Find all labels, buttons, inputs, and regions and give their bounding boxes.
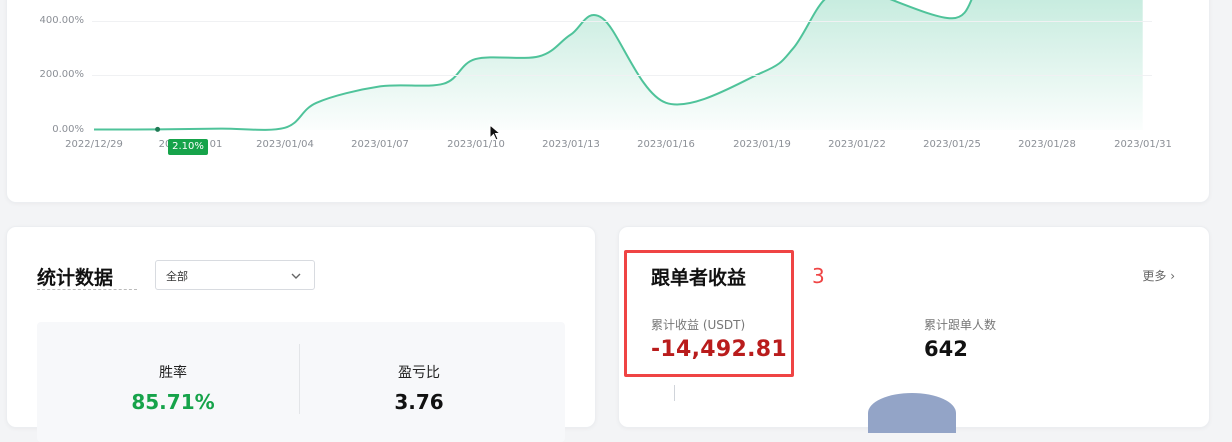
win-rate-value: 85.71% xyxy=(131,390,215,414)
gridline xyxy=(92,21,1152,22)
filter-select-value: 全部 xyxy=(166,270,188,283)
x-tick-label: 2023/01/04 xyxy=(256,139,314,150)
pnl-chart xyxy=(93,0,1143,132)
x-tick-label: 2023/01/28 xyxy=(1018,139,1076,150)
x-tick-label: 2023/01/19 xyxy=(733,139,791,150)
pie-chart-partial xyxy=(868,393,956,433)
win-rate-label: 胜率 xyxy=(159,365,187,381)
y-tick-label: 0.00% xyxy=(52,124,84,135)
mouse-cursor-icon xyxy=(489,123,503,146)
pl-ratio-value: 3.76 xyxy=(394,390,444,414)
chart-tooltip: 2.10% xyxy=(168,139,208,155)
y-tick-label: 400.00% xyxy=(39,15,85,26)
x-tick-label: 2023/01/22 xyxy=(828,139,886,150)
follower-count-label: 累计跟单人数 xyxy=(924,318,997,332)
hover-point xyxy=(155,126,161,132)
area-fill xyxy=(94,0,1143,130)
x-tick-label: 2022/12/29 xyxy=(65,139,123,150)
divider xyxy=(674,385,675,401)
stats-card: 统计数据 全部 胜率 85.71% 盈亏比 3.76 xyxy=(6,226,596,442)
x-tick-label: 2023/01/25 xyxy=(923,139,981,150)
follower-count-value: 642 xyxy=(924,337,968,361)
stats-panel: 胜率 85.71% 盈亏比 3.76 xyxy=(37,322,565,442)
x-tick-label: 2023/01/31 xyxy=(1114,139,1172,150)
stats-title: 统计数据 xyxy=(37,267,114,289)
title-underline xyxy=(37,289,137,290)
annotation-number: 3 xyxy=(812,264,825,288)
highlight-box xyxy=(624,250,794,377)
x-tick-label: 2023/01/13 xyxy=(542,139,600,150)
x-tick-label: 01 xyxy=(209,139,223,150)
x-tick-label: 2023/01/16 xyxy=(637,139,695,150)
gridline xyxy=(92,75,1152,76)
filter-select[interactable]: 全部 xyxy=(155,260,315,290)
pl-ratio-label: 盈亏比 xyxy=(398,365,440,381)
divider xyxy=(299,344,300,414)
y-tick-label: 200.00% xyxy=(39,69,85,80)
chevron-down-icon xyxy=(290,267,302,286)
more-link[interactable]: 更多 › xyxy=(1142,267,1175,284)
x-tick-label: 2023/01/07 xyxy=(351,139,409,150)
